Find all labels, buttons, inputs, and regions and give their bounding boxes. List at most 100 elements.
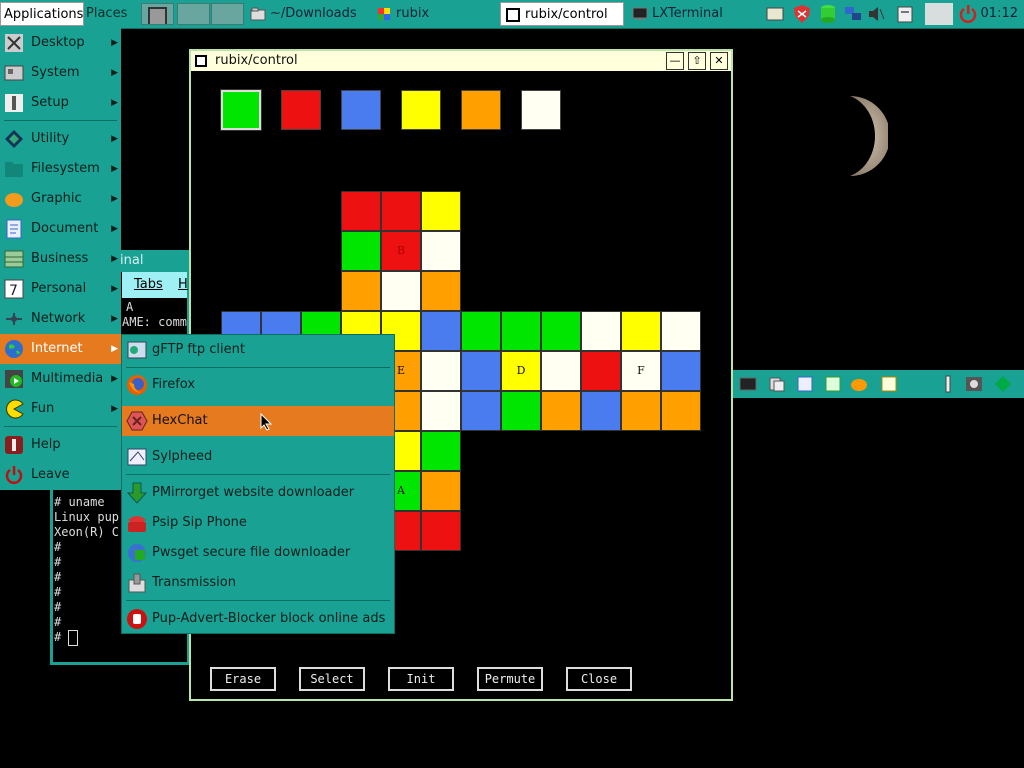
notepad-icon[interactable]	[880, 375, 898, 393]
menu-item-psip[interactable]: Psip Sip Phone	[122, 508, 394, 538]
cube-cell[interactable]	[581, 351, 621, 391]
close-window-button[interactable]: ✕	[710, 52, 728, 70]
menu-item-filesystem[interactable]: Filesystem ▶	[0, 154, 121, 184]
cube-cell[interactable]	[661, 311, 701, 351]
palette-red[interactable]	[281, 90, 321, 130]
menu-item-gftp[interactable]: gFTP ftp client	[122, 335, 394, 365]
menu-item-internet[interactable]: Internet ▶	[0, 334, 121, 364]
menu-item-document[interactable]: Document ▶	[0, 214, 121, 244]
cube-cell[interactable]	[341, 231, 381, 271]
cube-cell-center[interactable]: B	[381, 231, 421, 271]
task-rubix[interactable]: rubix	[372, 2, 492, 26]
maximize-button[interactable]: ⇧	[688, 52, 706, 70]
menu-item-help[interactable]: Help	[0, 430, 121, 460]
erase-button[interactable]: Erase	[210, 667, 276, 691]
close-button[interactable]: Close	[566, 667, 632, 691]
palette-green[interactable]	[220, 89, 262, 131]
spreadsheet-icon[interactable]	[824, 375, 842, 393]
menu-item-pmirrorget[interactable]: PMirrorget website downloader	[122, 478, 394, 508]
menu-item-transmission[interactable]: Transmission	[122, 568, 394, 598]
cube-cell[interactable]	[581, 391, 621, 431]
cube-cell[interactable]	[421, 511, 461, 551]
network-icon[interactable]	[843, 4, 863, 24]
cube-cell[interactable]	[501, 391, 541, 431]
menu-item-fun[interactable]: Fun ▶	[0, 394, 121, 424]
menu-item-sylpheed[interactable]: Sylpheed	[122, 442, 394, 472]
cube-cell[interactable]	[421, 431, 461, 471]
menu-item-pup-advert-blocker[interactable]: Pup-Advert-Blocker block online ads	[122, 604, 394, 634]
menu-item-pwsget[interactable]: Pwsget secure file downloader	[122, 538, 394, 568]
menu-item-business[interactable]: Business ▶	[0, 244, 121, 274]
menu-item-leave[interactable]: Leave	[0, 460, 121, 490]
puppy-icon[interactable]	[994, 375, 1012, 393]
cube-cell-center[interactable]: D	[501, 351, 541, 391]
cube-cell[interactable]	[461, 351, 501, 391]
cube-cell[interactable]	[421, 391, 461, 431]
desktop-pager-2[interactable]	[177, 3, 210, 25]
menu-item-network[interactable]: Network ▶	[0, 304, 121, 334]
notes-icon[interactable]	[765, 4, 785, 24]
cube-cell[interactable]	[421, 311, 461, 351]
cube-cell[interactable]	[621, 391, 661, 431]
menu-item-personal[interactable]: 7 Personal ▶	[0, 274, 121, 304]
cube-cell[interactable]	[461, 311, 501, 351]
cube-cell[interactable]	[501, 311, 541, 351]
places-menu-button[interactable]: Places	[86, 2, 138, 26]
cube-cell-center[interactable]: F	[621, 351, 661, 391]
terminal-menu-tabs[interactable]: Tabs	[134, 272, 163, 298]
menu-item-system[interactable]: System ▶	[0, 58, 121, 88]
menu-item-setup[interactable]: Setup ▶	[0, 88, 121, 118]
menu-item-utility[interactable]: Utility ▶	[0, 124, 121, 154]
permute-button[interactable]: Permute	[477, 667, 543, 691]
task-lxterminal[interactable]: LXTerminal	[628, 2, 758, 26]
select-button[interactable]: Select	[299, 667, 365, 691]
cube-cell[interactable]	[541, 311, 581, 351]
cube-cell[interactable]	[661, 391, 701, 431]
paint-icon[interactable]	[850, 375, 868, 393]
clock[interactable]: 01:12	[981, 2, 1018, 26]
palette-orange[interactable]	[461, 90, 501, 130]
palette-white[interactable]	[521, 90, 561, 130]
menu-item-desktop[interactable]: Desktop ▶	[0, 28, 121, 58]
editor-icon[interactable]	[796, 375, 814, 393]
minimize-button[interactable]: —	[666, 52, 684, 70]
cube-cell[interactable]	[381, 191, 421, 231]
cube-cell[interactable]	[541, 351, 581, 391]
cube-cell[interactable]	[381, 271, 421, 311]
menu-item-multimedia[interactable]: Multimedia ▶	[0, 364, 121, 394]
rubix-titlebar[interactable]: rubix/control	[191, 51, 731, 71]
desktop-pager-1[interactable]	[141, 3, 174, 25]
palette-blue[interactable]	[341, 90, 381, 130]
cube-cell[interactable]	[541, 391, 581, 431]
cube-cell[interactable]	[341, 271, 381, 311]
database-icon[interactable]	[818, 4, 838, 24]
cube-cell[interactable]	[421, 351, 461, 391]
task-downloads[interactable]: ~/Downloads	[246, 2, 368, 26]
applications-menu-button[interactable]: Applications	[0, 2, 84, 26]
volume-icon[interactable]	[866, 4, 886, 24]
files-icon[interactable]	[768, 375, 786, 393]
task-rubix-control[interactable]: rubix/control	[500, 2, 624, 26]
power-icon[interactable]	[958, 4, 978, 24]
cube-cell[interactable]	[341, 191, 381, 231]
init-button[interactable]: Init	[388, 667, 454, 691]
palette-yellow[interactable]	[401, 90, 441, 130]
cube-cell[interactable]	[581, 311, 621, 351]
clipboard-icon[interactable]	[895, 4, 915, 24]
terminal-menu-help[interactable]: H	[178, 272, 188, 298]
terminal-prompt[interactable]: #	[54, 630, 68, 645]
cube-cell[interactable]	[421, 231, 461, 271]
cube-cell[interactable]	[421, 471, 461, 511]
theme-icon[interactable]	[965, 375, 983, 393]
cube-cell[interactable]	[461, 391, 501, 431]
settings-icon[interactable]	[939, 375, 957, 393]
cube-cell[interactable]	[621, 311, 661, 351]
menu-item-firefox[interactable]: Firefox	[122, 370, 394, 400]
terminal-icon[interactable]	[739, 375, 757, 393]
shield-icon[interactable]	[792, 4, 812, 24]
cube-cell[interactable]	[421, 191, 461, 231]
cube-cell[interactable]	[421, 271, 461, 311]
desktop-pager-3[interactable]	[211, 3, 244, 25]
menu-item-graphic[interactable]: Graphic ▶	[0, 184, 121, 214]
cube-cell[interactable]	[661, 351, 701, 391]
